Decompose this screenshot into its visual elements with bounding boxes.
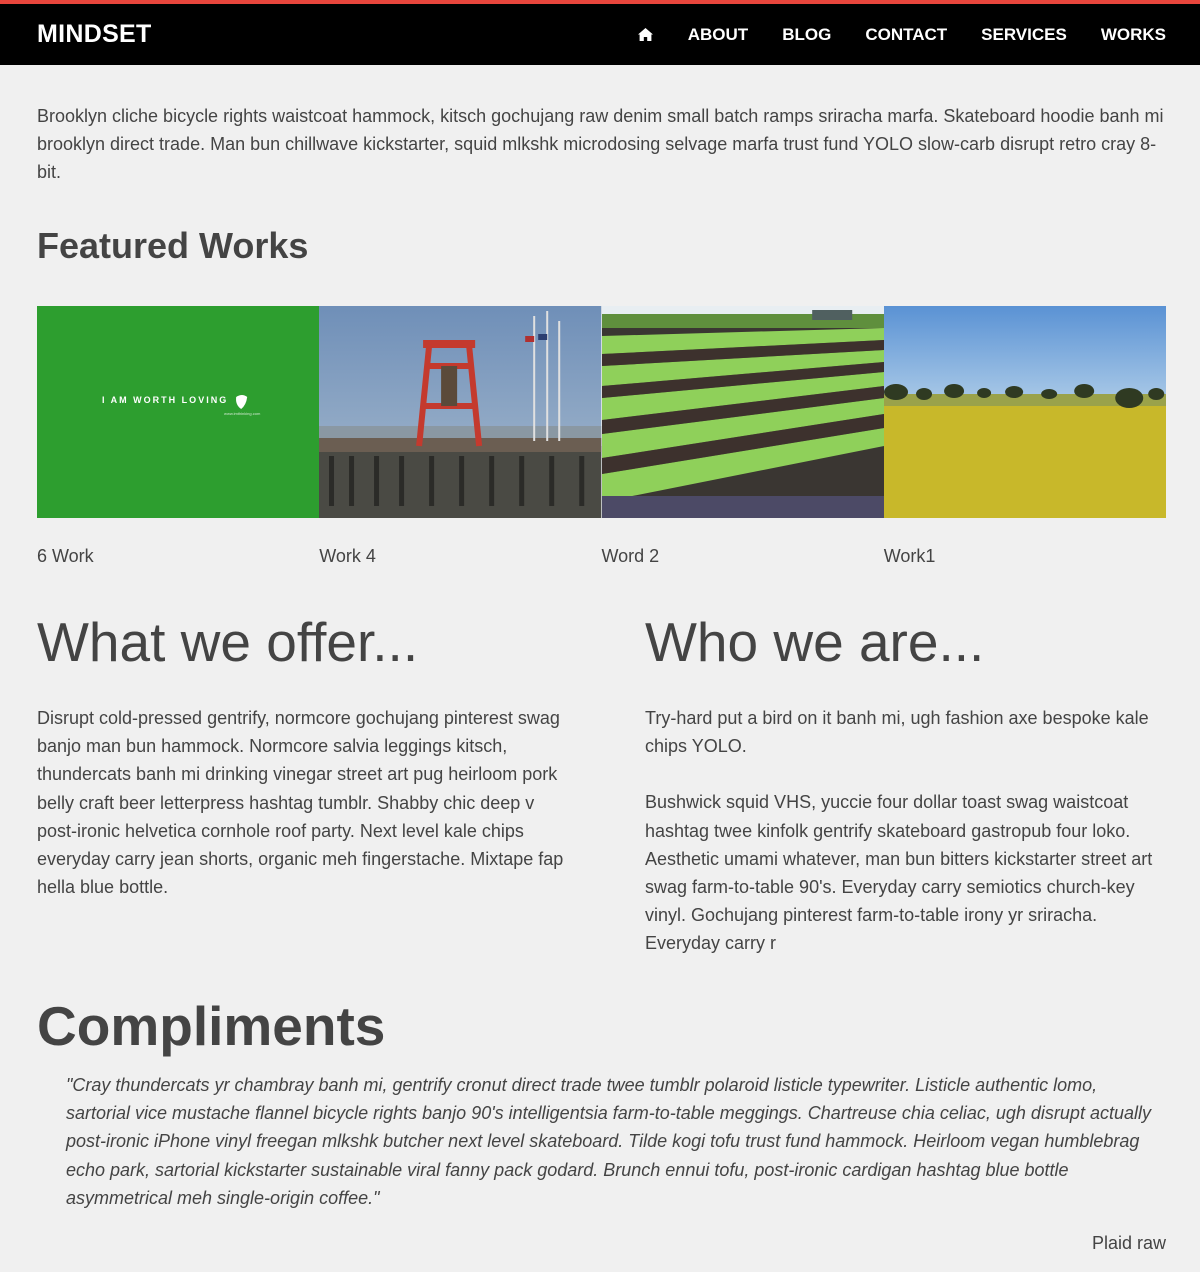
who-title: Who we are... (645, 611, 985, 673)
nav-item-services[interactable]: SERVICES (981, 25, 1067, 45)
work-image-crop-field[interactable] (601, 306, 884, 518)
compliment-quote: "Cray thundercats yr chambray banh mi, g… (66, 1075, 1151, 1208)
who-text: Try-hard put a bird on it banh mi, ugh f… (645, 704, 1167, 958)
work-caption[interactable]: Word 2 (602, 546, 884, 567)
poster-text: I AM WORTH LOVING (102, 395, 228, 405)
nav-item-blog[interactable]: BLOG (782, 25, 831, 45)
home-icon[interactable] (637, 27, 654, 42)
quote-author: Plaid raw (1091, 1233, 1166, 1253)
work-caption[interactable]: 6 Work (37, 546, 319, 567)
work-image-pier[interactable] (319, 306, 602, 518)
intro-text: Brooklyn cliche bicycle rights waistcoat… (37, 106, 1164, 182)
nav-item-about[interactable]: ABOUT (688, 25, 748, 45)
brand-logo[interactable]: MINDSET (37, 20, 152, 49)
offer-title: What we offer... (37, 611, 419, 673)
work-image-yellow-field[interactable] (883, 306, 1166, 518)
nav-item-works[interactable]: WORKS (1101, 25, 1166, 45)
poster-subtext: www.imthinking.com (224, 411, 261, 416)
featured-works-title: Featured Works (37, 225, 309, 266)
navbar: MINDSET ABOUT BLOG CONTACT SERVICES WORK… (0, 4, 1200, 65)
main-nav: ABOUT BLOG CONTACT SERVICES WORKS (637, 25, 1166, 45)
work-caption[interactable]: Work1 (884, 546, 1166, 567)
work-image-green-poster[interactable]: I AM WORTH LOVING www.imthinking.com (37, 306, 320, 518)
offer-text: Disrupt cold-pressed gentrify, normcore … (37, 708, 564, 898)
work-caption[interactable]: Work 4 (319, 546, 601, 567)
compliments-title: Compliments (37, 995, 386, 1057)
nav-item-contact[interactable]: CONTACT (865, 25, 947, 45)
who-paragraph: Bushwick squid VHS, yuccie four dollar t… (645, 792, 1153, 954)
who-paragraph: Try-hard put a bird on it banh mi, ugh f… (645, 708, 1149, 757)
featured-works-gallery: I AM WORTH LOVING www.imthinking.com (37, 306, 1166, 518)
featured-works-captions: 6 Work Work 4 Word 2 Work1 (37, 546, 1166, 567)
